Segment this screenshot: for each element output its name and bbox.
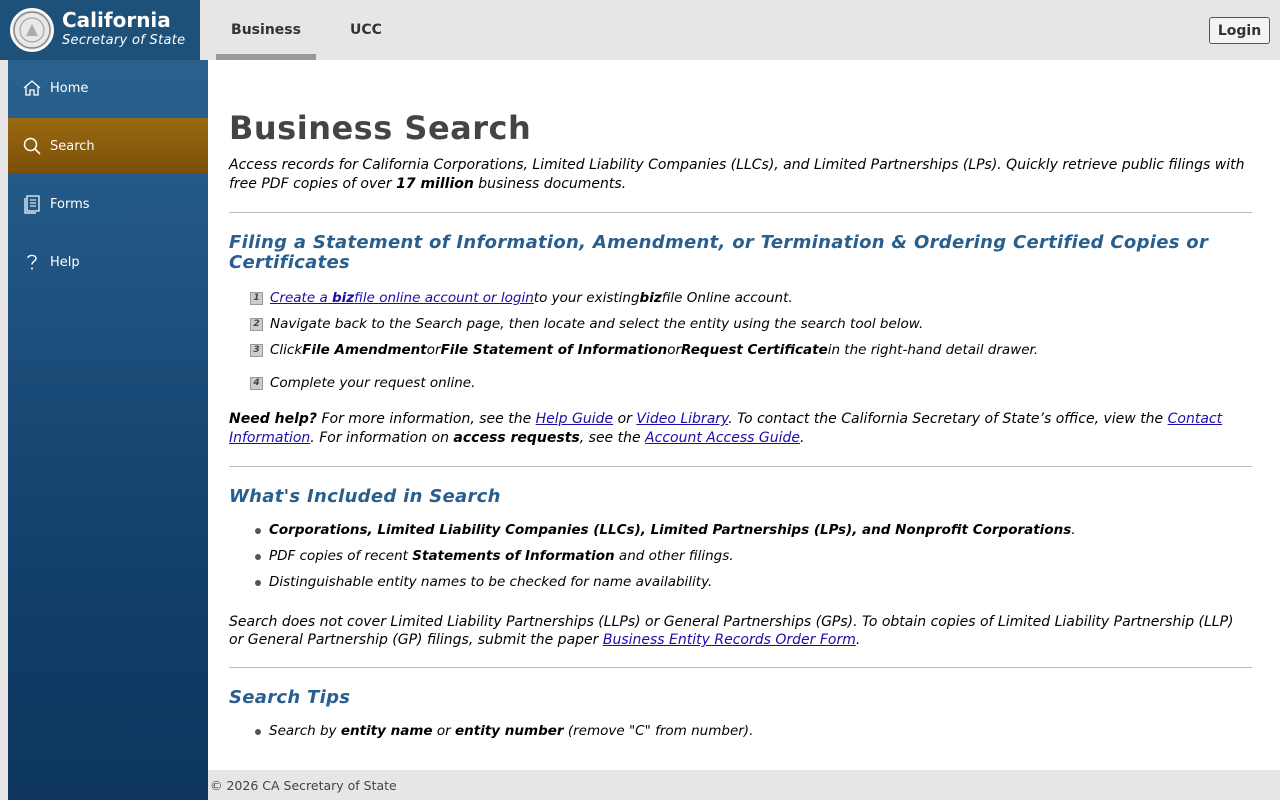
brand-subtitle: Secretary of State <box>62 33 186 48</box>
list-item: Search by entity name or entity number (… <box>255 718 1252 744</box>
divider <box>229 466 1252 467</box>
help-paragraph: Need help? For more information, see the… <box>229 411 1223 446</box>
top-bar: Business UCC Login <box>200 0 1280 60</box>
list-item: Corporations, Limited Liability Companie… <box>255 517 1252 543</box>
list-item: PDF copies of recent Statements of Infor… <box>255 543 1252 569</box>
sidebar-item-home[interactable]: Home <box>8 60 208 116</box>
step-number: 4 <box>250 376 263 390</box>
help-icon <box>22 252 42 272</box>
filing-heading: Filing a Statement of Information, Amend… <box>229 232 1209 273</box>
main-content: Business Search Access records for Calif… <box>208 60 1280 770</box>
list-item: Distinguishable entity names to be check… <box>255 569 1252 595</box>
footer: © 2026 CA Secretary of State <box>208 770 1280 800</box>
sidebar-item-label: Forms <box>50 196 90 212</box>
create-account-link[interactable]: Create a bizfile online account or login <box>270 285 534 311</box>
tab-business[interactable]: Business <box>216 0 316 60</box>
list-item: 2 Navigate back to the Search page, then… <box>250 311 1252 337</box>
page-title: Business Search <box>229 109 532 147</box>
divider <box>229 212 1252 213</box>
coverage-note: Search does not cover Limited Liability … <box>229 614 1234 648</box>
sidebar-item-help[interactable]: Help <box>8 234 208 290</box>
login-button[interactable]: Login <box>1209 17 1270 44</box>
sidebar-item-label: Search <box>50 138 95 154</box>
step-number: 3 <box>250 343 263 357</box>
tips-heading: Search Tips <box>229 687 351 708</box>
state-seal-icon <box>10 8 54 52</box>
included-heading: What's Included in Search <box>229 486 501 507</box>
list-item: 1 Create a bizfile online account or log… <box>250 285 1252 311</box>
list-item: 3 Click File Amendment or File Statement… <box>250 337 1252 363</box>
sidebar-item-search[interactable]: Search <box>8 118 218 182</box>
list-item: 4 Complete your request online. <box>250 370 1252 396</box>
video-library-link[interactable]: Video Library <box>636 411 728 427</box>
brand-title: California <box>62 8 171 32</box>
sidebar-item-label: Home <box>50 80 89 96</box>
sidebar-item-label: Help <box>50 254 80 270</box>
included-list: Corporations, Limited Liability Companie… <box>255 517 1252 595</box>
tab-ucc[interactable]: UCC <box>326 0 406 60</box>
home-icon <box>22 78 42 98</box>
intro-text: Access records for California Corporatio… <box>229 157 1245 192</box>
order-form-link[interactable]: Business Entity Records Order Form <box>603 632 856 648</box>
sidebar-item-forms[interactable]: Forms <box>8 176 208 232</box>
account-access-guide-link[interactable]: Account Access Guide <box>645 430 800 446</box>
sidebar: Home Search Forms Help <box>8 60 218 800</box>
search-icon <box>22 136 42 156</box>
brand-logo[interactable]: California Secretary of State <box>0 0 200 60</box>
step-number: 1 <box>250 291 263 305</box>
tips-list: Search by entity name or entity number (… <box>255 718 1252 744</box>
forms-icon <box>22 194 42 214</box>
divider <box>229 667 1252 668</box>
step-number: 2 <box>250 317 263 331</box>
filing-steps: 1 Create a bizfile online account or log… <box>250 285 1252 396</box>
help-guide-link[interactable]: Help Guide <box>536 411 613 427</box>
